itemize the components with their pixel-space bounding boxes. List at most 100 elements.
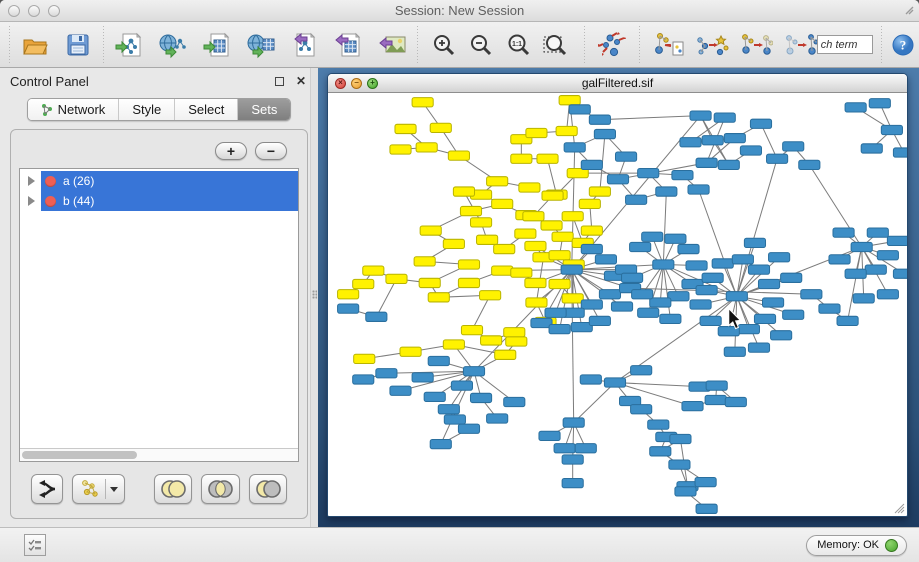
network-node[interactable] <box>487 414 508 423</box>
close-panel-button[interactable]: ✕ <box>294 74 308 88</box>
network-node[interactable] <box>353 279 374 288</box>
network-node[interactable] <box>542 191 563 200</box>
network-node[interactable] <box>642 232 663 241</box>
network-node[interactable] <box>353 375 374 384</box>
network-node[interactable] <box>626 195 647 204</box>
network-node[interactable] <box>829 255 850 264</box>
network-node[interactable] <box>718 160 739 169</box>
network-node[interactable] <box>470 218 491 227</box>
network-node[interactable] <box>354 354 375 363</box>
network-node[interactable] <box>552 232 573 241</box>
network-node[interactable] <box>769 253 790 262</box>
network-node[interactable] <box>740 146 761 155</box>
network-node[interactable] <box>526 128 547 137</box>
network-node[interactable] <box>470 393 491 402</box>
network-node[interactable] <box>631 405 652 414</box>
panel-splitter[interactable] <box>310 68 318 527</box>
network-node[interactable] <box>562 479 583 488</box>
network-node[interactable] <box>400 347 421 356</box>
network-node[interactable] <box>525 278 546 287</box>
network-node[interactable] <box>690 300 711 309</box>
network-node[interactable] <box>511 154 532 163</box>
help-button[interactable]: ? <box>891 28 915 62</box>
export-network-button[interactable] <box>290 28 320 62</box>
remove-set-button[interactable]: − <box>255 142 287 160</box>
network-node[interactable] <box>669 460 690 469</box>
new-network-selected-nodes-button[interactable] <box>739 28 773 62</box>
network-node[interactable] <box>622 273 643 282</box>
network-node[interactable] <box>700 316 721 325</box>
network-node[interactable] <box>463 367 484 376</box>
network-node[interactable] <box>480 291 501 300</box>
zoom-actual-size-button[interactable]: 1:1 <box>504 28 534 62</box>
network-node[interactable] <box>750 119 771 128</box>
zoom-out-button[interactable] <box>466 28 496 62</box>
network-node[interactable] <box>386 274 407 283</box>
intersection-sets-button[interactable] <box>201 474 239 504</box>
network-node[interactable] <box>604 378 625 387</box>
network-node[interactable] <box>853 294 874 303</box>
network-node[interactable] <box>675 487 696 496</box>
network-node[interactable] <box>569 105 590 114</box>
set-row-a[interactable]: a (26) <box>20 171 298 191</box>
network-node[interactable] <box>338 304 359 313</box>
network-node[interactable] <box>696 158 717 167</box>
set-row-b[interactable]: b (44) <box>20 191 298 211</box>
import-table-file-button[interactable] <box>202 28 232 62</box>
tab-network[interactable]: Network <box>28 99 120 120</box>
network-node[interactable] <box>867 228 888 237</box>
network-node[interactable] <box>869 99 890 108</box>
network-node[interactable] <box>561 265 582 274</box>
network-node[interactable] <box>481 336 502 345</box>
import-network-file-button[interactable] <box>115 28 145 62</box>
zoom-in-button[interactable] <box>429 28 459 62</box>
network-node[interactable] <box>562 294 583 303</box>
network-node[interactable] <box>638 168 659 177</box>
network-node[interactable] <box>851 242 872 251</box>
network-node[interactable] <box>845 269 866 278</box>
network-node[interactable] <box>865 265 886 274</box>
network-node[interactable] <box>678 244 699 253</box>
network-node[interactable] <box>686 261 707 270</box>
network-node[interactable] <box>881 125 902 134</box>
network-node[interactable] <box>656 187 677 196</box>
network-node[interactable] <box>412 373 433 382</box>
network-node[interactable] <box>702 273 723 282</box>
horizontal-scrollbar[interactable] <box>20 448 298 461</box>
network-node[interactable] <box>650 447 671 456</box>
network-node[interactable] <box>837 316 858 325</box>
tab-select[interactable]: Select <box>175 99 238 120</box>
network-node[interactable] <box>648 420 669 429</box>
network-node[interactable] <box>506 337 527 346</box>
network-node[interactable] <box>559 96 580 105</box>
network-node[interactable] <box>523 212 544 221</box>
network-node[interactable] <box>638 308 659 317</box>
network-node[interactable] <box>430 123 451 132</box>
float-panel-button[interactable] <box>272 74 286 88</box>
network-node[interactable] <box>549 279 570 288</box>
network-node[interactable] <box>690 111 711 120</box>
disclosure-triangle-icon[interactable] <box>28 176 35 186</box>
network-node[interactable] <box>783 310 804 319</box>
network-node[interactable] <box>460 206 481 215</box>
network-node[interactable] <box>887 236 907 245</box>
network-node[interactable] <box>672 171 693 180</box>
network-node[interactable] <box>712 259 733 268</box>
network-node[interactable] <box>632 290 653 299</box>
network-frame[interactable]: × − + galFiltered.sif <box>327 73 908 517</box>
network-node[interactable] <box>545 308 566 317</box>
network-node[interactable] <box>562 455 583 464</box>
network-node[interactable] <box>539 431 560 440</box>
network-node[interactable] <box>494 244 515 253</box>
tab-style[interactable]: Style <box>119 99 175 120</box>
network-node[interactable] <box>754 314 775 323</box>
splitter-handle-icon[interactable] <box>312 290 317 299</box>
import-table-url-button[interactable] <box>246 28 276 62</box>
network-node[interactable] <box>893 269 907 278</box>
network-node[interactable] <box>650 298 671 307</box>
network-node[interactable] <box>714 113 735 122</box>
network-node[interactable] <box>458 424 479 433</box>
network-node[interactable] <box>390 145 411 154</box>
network-node[interactable] <box>589 187 610 196</box>
open-session-button[interactable] <box>20 28 50 62</box>
